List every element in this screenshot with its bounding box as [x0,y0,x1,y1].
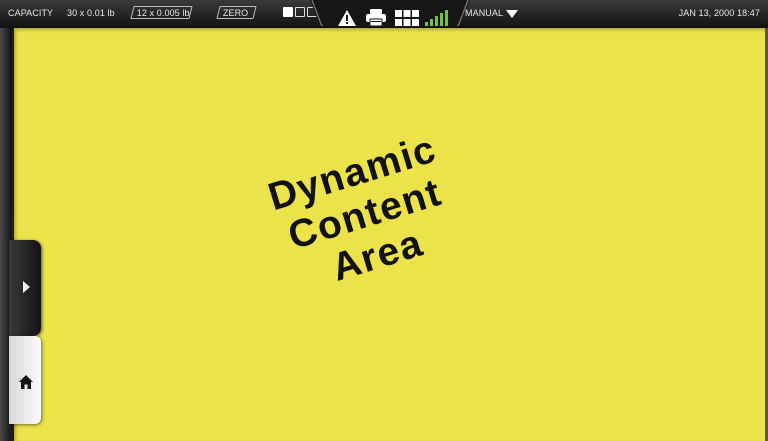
dropdown-caret-icon[interactable] [506,10,518,20]
zero-label: ZERO [222,8,249,18]
expand-chevron-icon [23,281,30,293]
range-2-box: 12 x 0.005 lb [130,6,193,19]
zero-button[interactable]: ZERO [216,6,257,19]
expand-side-tab[interactable] [9,240,41,336]
range-2-value: 12 x 0.005 lb [136,8,190,18]
capacity-label: CAPACITY [8,8,54,18]
mode-select-label[interactable]: MANUAL [465,8,503,19]
scale-screen: CAPACITY 30 x 0.01 lb 12 x 0.005 lb ZERO [0,0,768,441]
status-bar: CAPACITY 30 x 0.01 lb 12 x 0.005 lb ZERO [0,0,768,31]
home-icon [19,375,33,389]
datetime: JAN 13, 2000 18:47 [678,8,760,18]
home-side-tab[interactable] [9,336,41,424]
range-1-value: 30 x 0.01 lb [67,8,115,18]
